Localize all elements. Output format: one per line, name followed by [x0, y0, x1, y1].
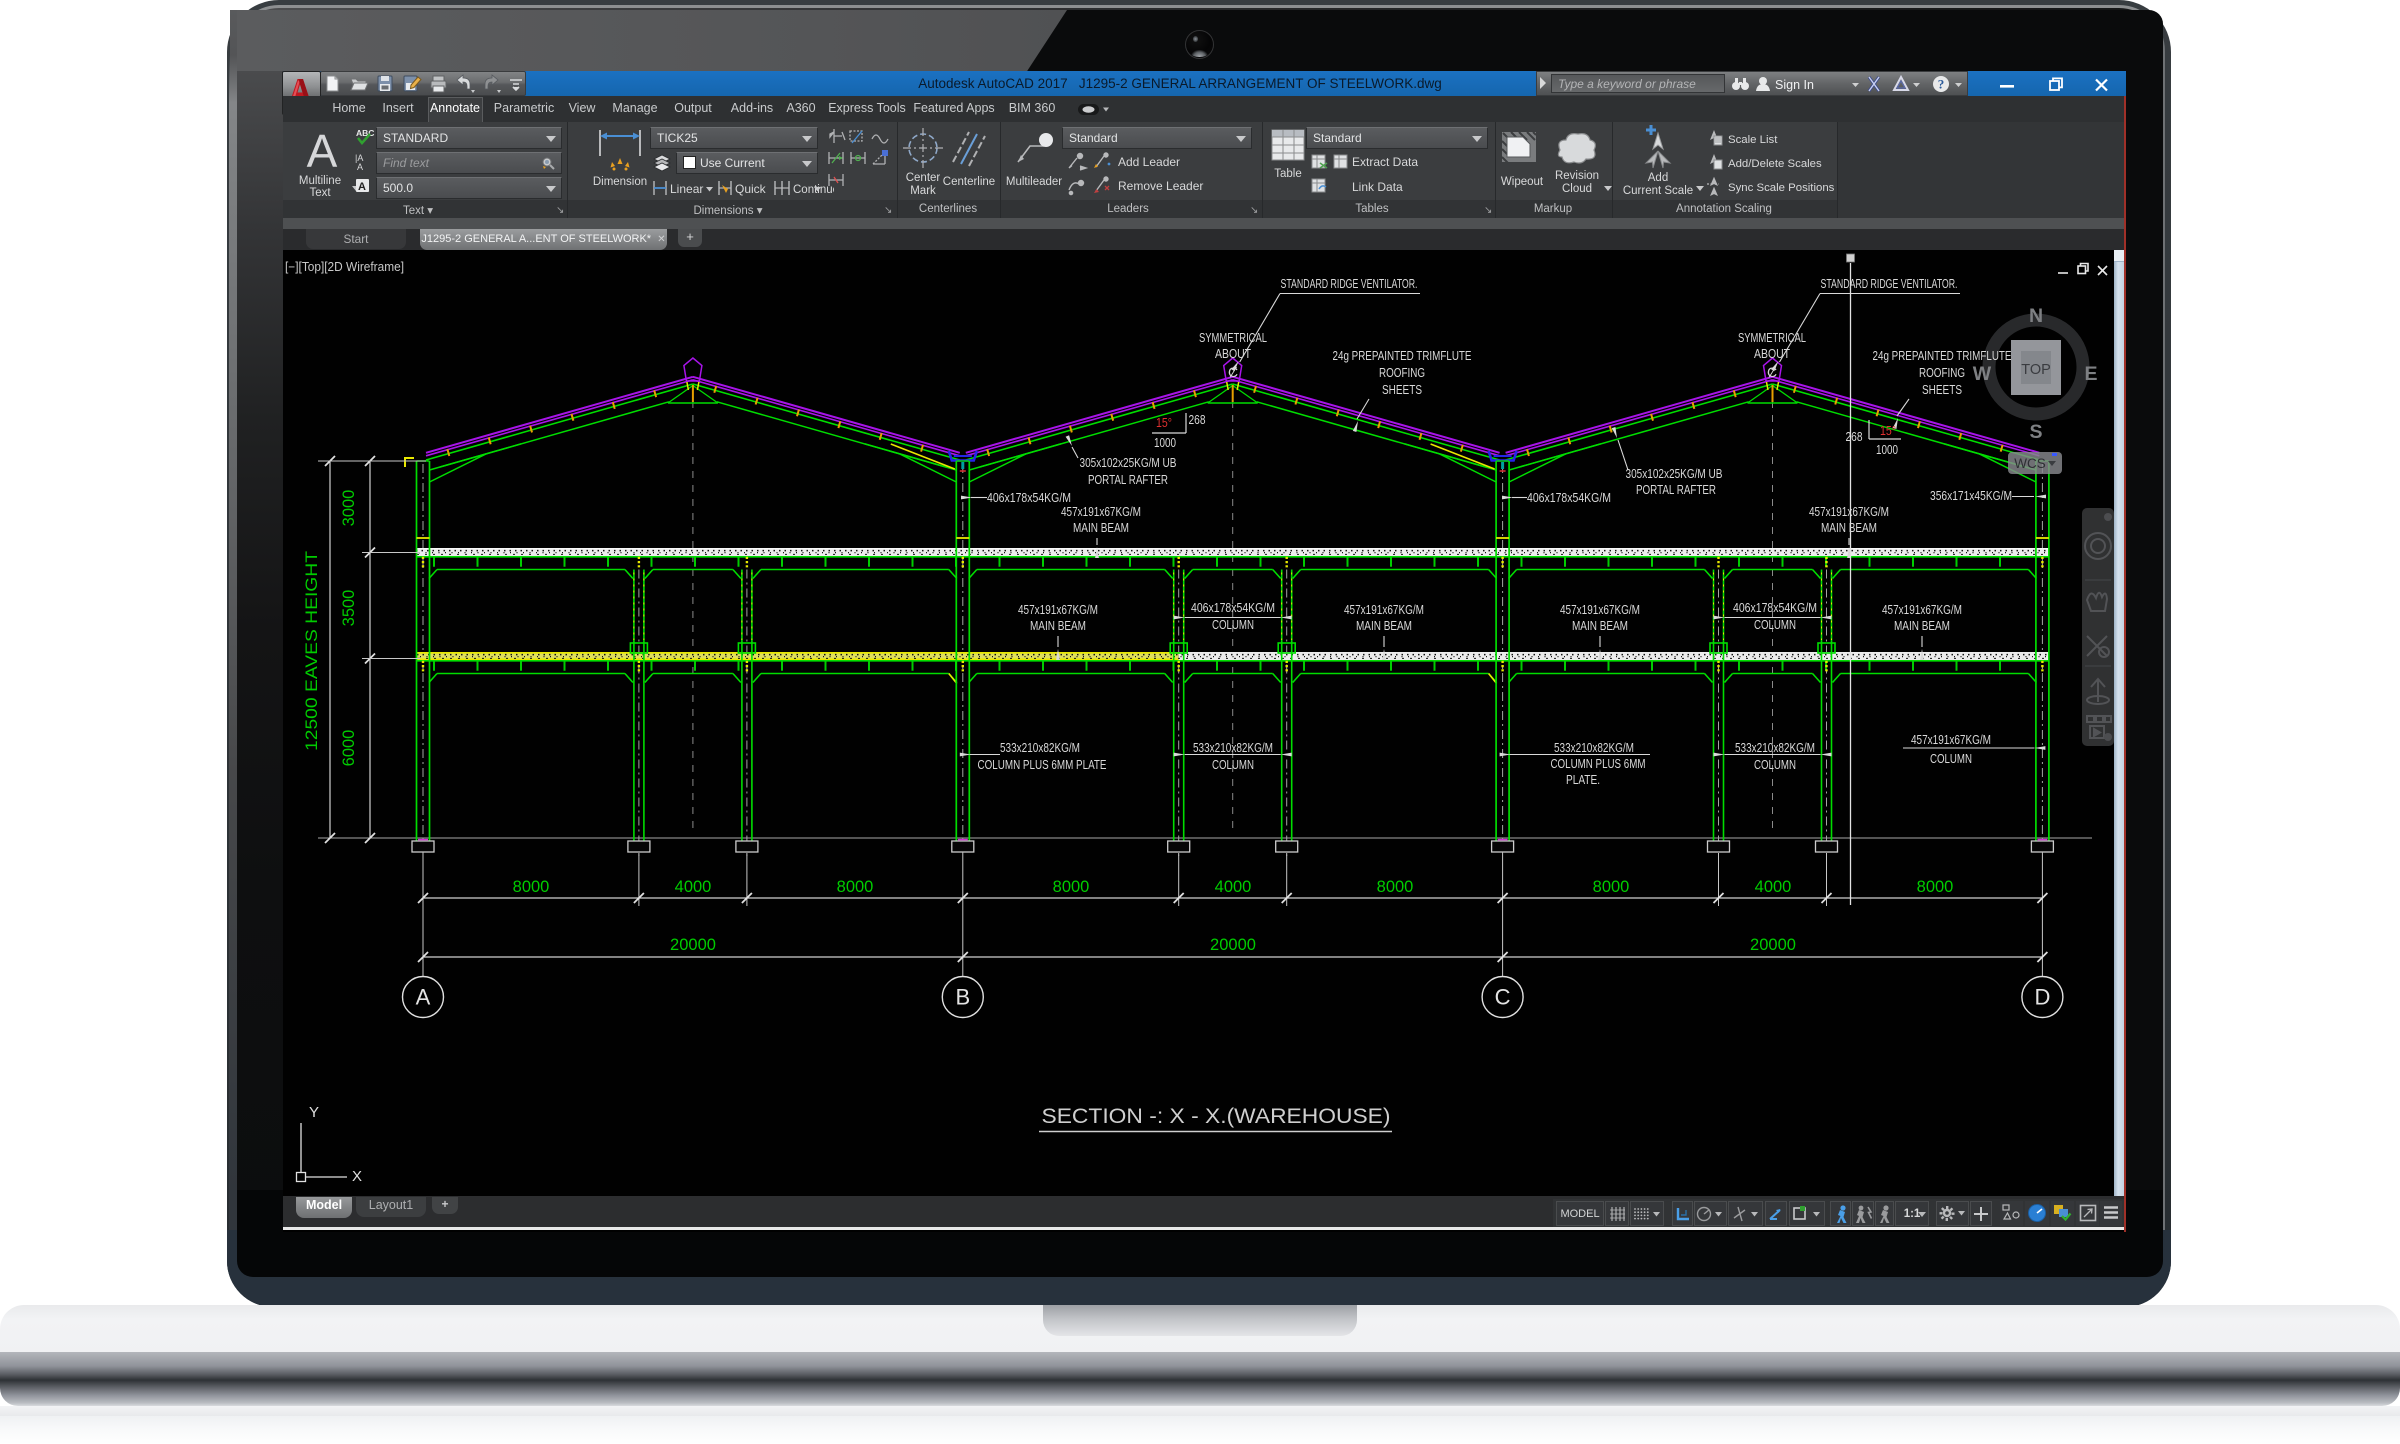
svg-text:Add/Delete Scales: Add/Delete Scales: [1728, 158, 1822, 170]
svg-text:D: D: [2034, 985, 2050, 1010]
svg-text:SYMMETRICAL: SYMMETRICAL: [1738, 330, 1806, 345]
svg-text:8000: 8000: [1053, 878, 1090, 896]
svg-text:Sync Scale Positions: Sync Scale Positions: [1728, 182, 1835, 194]
svg-text:Sign In: Sign In: [1775, 78, 1814, 92]
svg-text:PORTAL RAFTER: PORTAL RAFTER: [1088, 472, 1168, 487]
svg-text:406x178x54KG/M: 406x178x54KG/M: [1191, 600, 1275, 615]
svg-text:W: W: [1973, 363, 1992, 385]
svg-text:8000: 8000: [513, 878, 550, 896]
svg-text:6000: 6000: [340, 730, 358, 767]
svg-text:WCS: WCS: [2014, 456, 2046, 471]
svg-text:8000: 8000: [1917, 878, 1954, 896]
svg-text:Linear: Linear: [670, 182, 703, 196]
svg-text:SHEETS: SHEETS: [1382, 382, 1422, 397]
svg-text:N: N: [2029, 305, 2043, 327]
svg-text:B: B: [955, 985, 970, 1010]
svg-text:533x210x82KG/M: 533x210x82KG/M: [1000, 740, 1080, 755]
svg-text:MAIN BEAM: MAIN BEAM: [1894, 618, 1950, 633]
svg-text:406x178x54KG/M: 406x178x54KG/M: [1527, 490, 1611, 505]
svg-text:?: ?: [1938, 77, 1945, 92]
svg-text:MAIN BEAM: MAIN BEAM: [1356, 618, 1412, 633]
svg-text:PLATE.: PLATE.: [1566, 772, 1600, 787]
svg-text:C: C: [1495, 985, 1511, 1010]
svg-text:ABOUT: ABOUT: [1215, 346, 1251, 361]
svg-text:4000: 4000: [1215, 878, 1252, 896]
svg-text:406x178x54KG/M: 406x178x54KG/M: [1733, 600, 1817, 615]
svg-text:S: S: [2029, 421, 2042, 443]
svg-text:ROOFING: ROOFING: [1919, 365, 1965, 380]
svg-text:MAIN BEAM: MAIN BEAM: [1073, 520, 1129, 535]
svg-text:268: 268: [1189, 412, 1206, 427]
svg-text:406x178x54KG/M: 406x178x54KG/M: [987, 490, 1071, 505]
svg-text:COLUMN: COLUMN: [1754, 757, 1796, 772]
svg-text:ROOFING: ROOFING: [1379, 365, 1425, 380]
svg-text:A: A: [357, 162, 363, 172]
svg-text:8000: 8000: [1593, 878, 1630, 896]
svg-text:457x191x67KG/M: 457x191x67KG/M: [1911, 732, 1991, 747]
svg-text:8000: 8000: [837, 878, 874, 896]
svg-text:20000: 20000: [1750, 936, 1796, 954]
svg-text:MAIN BEAM: MAIN BEAM: [1821, 520, 1877, 535]
svg-text:1000: 1000: [1154, 435, 1176, 450]
svg-text:E: E: [2084, 363, 2097, 385]
svg-text:COLUMN PLUS 6MM: COLUMN PLUS 6MM: [1551, 756, 1646, 771]
svg-text:305x102x25KG/M UB: 305x102x25KG/M UB: [1626, 466, 1723, 481]
svg-text:533x210x82KG/M: 533x210x82KG/M: [1735, 740, 1815, 755]
svg-text:Ȼ: Ȼ: [1767, 364, 1777, 380]
svg-text:STANDARD RIDGE VENTILATOR.: STANDARD RIDGE VENTILATOR.: [1281, 276, 1418, 291]
svg-text:COLUMN PLUS 6MM PLATE: COLUMN PLUS 6MM PLATE: [978, 757, 1107, 772]
svg-text:TOP: TOP: [2021, 362, 2051, 378]
svg-text:Quick: Quick: [735, 182, 767, 196]
svg-text:4000: 4000: [675, 878, 712, 896]
svg-text:24g PREPAINTED TRIMFLUTE: 24g PREPAINTED TRIMFLUTE: [1873, 348, 2012, 363]
svg-text:15°: 15°: [1880, 423, 1896, 438]
svg-text:20000: 20000: [670, 936, 716, 954]
svg-text:A: A: [416, 985, 431, 1010]
svg-text:457x191x67KG/M: 457x191x67KG/M: [1344, 602, 1424, 617]
svg-text:305x102x25KG/M UB: 305x102x25KG/M UB: [1080, 455, 1177, 470]
svg-text:Scale List: Scale List: [1728, 134, 1778, 146]
svg-text:[−][Top][2D Wireframe]: [−][Top][2D Wireframe]: [285, 260, 404, 274]
svg-text:ABOUT: ABOUT: [1754, 346, 1790, 361]
svg-text:COLUMN: COLUMN: [1930, 751, 1972, 766]
svg-text:457x191x67KG/M: 457x191x67KG/M: [1018, 602, 1098, 617]
svg-text:533x210x82KG/M: 533x210x82KG/M: [1193, 740, 1273, 755]
svg-text:Y: Y: [309, 1104, 319, 1121]
svg-text:Extract Data: Extract Data: [1352, 155, 1418, 169]
svg-text:457x191x67KG/M: 457x191x67KG/M: [1560, 602, 1640, 617]
svg-text:3500: 3500: [340, 590, 358, 627]
svg-text:STANDARD RIDGE VENTILATOR.: STANDARD RIDGE VENTILATOR.: [1821, 276, 1958, 291]
svg-text:COLUMN: COLUMN: [1212, 617, 1254, 632]
svg-text:ABC: ABC: [356, 128, 374, 138]
svg-text:457x191x67KG/M: 457x191x67KG/M: [1809, 504, 1889, 519]
svg-text:3000: 3000: [340, 490, 358, 527]
svg-text:15°: 15°: [1156, 415, 1172, 430]
svg-text:A: A: [358, 181, 366, 193]
svg-text:Ȼ: Ȼ: [1228, 364, 1238, 380]
svg-text:268: 268: [1846, 429, 1863, 444]
svg-text:457x191x67KG/M: 457x191x67KG/M: [1061, 504, 1141, 519]
svg-text:Add Leader: Add Leader: [1118, 155, 1180, 169]
svg-text:20000: 20000: [1210, 936, 1256, 954]
svg-text:SHEETS: SHEETS: [1922, 382, 1962, 397]
svg-text:Link Data: Link Data: [1352, 180, 1403, 194]
svg-text:24g PREPAINTED TRIMFLUTE: 24g PREPAINTED TRIMFLUTE: [1333, 348, 1472, 363]
svg-text:12500 EAVES HEIGHT: 12500 EAVES HEIGHT: [303, 551, 321, 751]
svg-text:SYMMETRICAL: SYMMETRICAL: [1199, 330, 1267, 345]
svg-text:Remove Leader: Remove Leader: [1118, 179, 1203, 193]
svg-text:SECTION -: X - X.(WAREHOUSE): SECTION -: X - X.(WAREHOUSE): [1042, 1104, 1391, 1128]
svg-text:457x191x67KG/M: 457x191x67KG/M: [1882, 602, 1962, 617]
svg-text:COLUMN: COLUMN: [1754, 617, 1796, 632]
svg-text:COLUMN: COLUMN: [1212, 757, 1254, 772]
svg-text:1000: 1000: [1876, 442, 1898, 457]
svg-text:MAIN BEAM: MAIN BEAM: [1030, 618, 1086, 633]
svg-text:X: X: [352, 1168, 362, 1185]
svg-text:PORTAL RAFTER: PORTAL RAFTER: [1636, 482, 1716, 497]
svg-text:533x210x82KG/M: 533x210x82KG/M: [1554, 740, 1634, 755]
svg-text:4000: 4000: [1755, 878, 1792, 896]
svg-text:MAIN BEAM: MAIN BEAM: [1572, 618, 1628, 633]
svg-text:8000: 8000: [1377, 878, 1414, 896]
svg-text:356x171x45KG/M: 356x171x45KG/M: [1930, 488, 2012, 503]
